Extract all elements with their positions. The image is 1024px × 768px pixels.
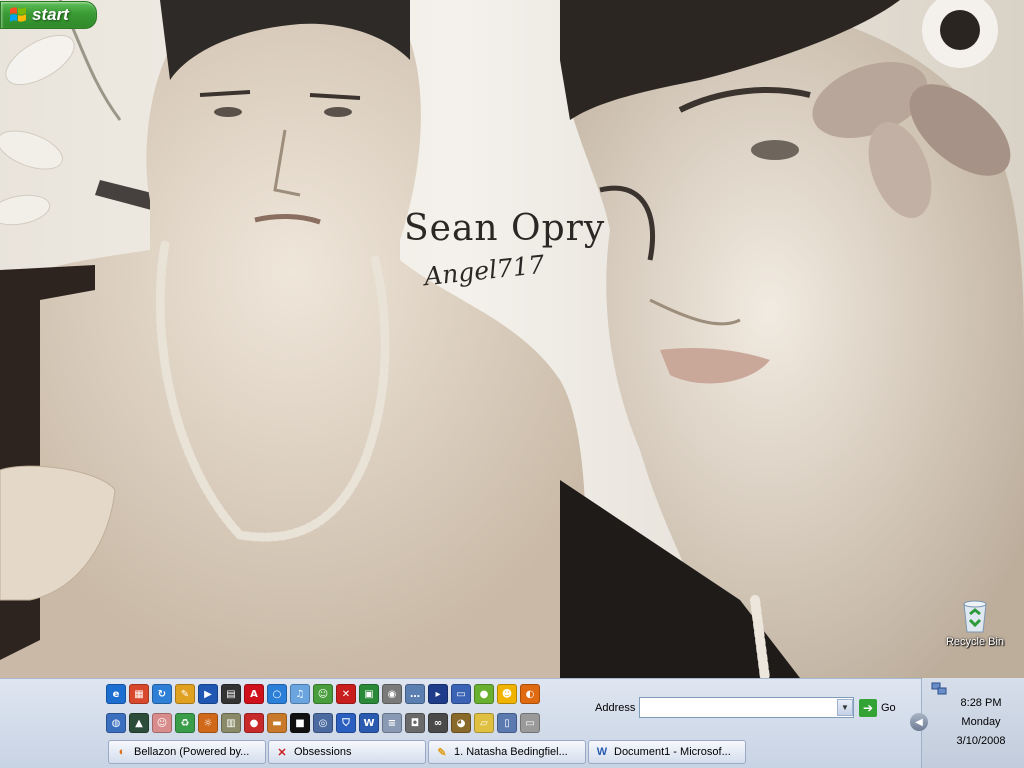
task-button-document1[interactable]: W Document1 - Microsof... xyxy=(588,740,746,764)
film-icon[interactable]: ▣ xyxy=(359,684,379,704)
go-arrow-icon: ➔ xyxy=(859,699,877,717)
pencil-icon[interactable]: ✎ xyxy=(175,684,195,704)
recycle-icon[interactable]: ♻ xyxy=(175,713,195,733)
task-button-bellazon[interactable]: ◐ Bellazon (Powered by... xyxy=(108,740,266,764)
owl-icon[interactable]: ◕ xyxy=(451,713,471,733)
desktop-icon-recycle-bin[interactable]: Recycle Bin xyxy=(940,598,1010,648)
globe-icon[interactable]: ◍ xyxy=(106,713,126,733)
black-box-icon[interactable]: ■ xyxy=(290,713,310,733)
address-dropdown-button[interactable]: ▼ xyxy=(837,699,853,716)
word-icon[interactable]: W xyxy=(359,713,379,733)
word-icon: W xyxy=(596,746,608,758)
shield-icon[interactable]: ⛉ xyxy=(336,713,356,733)
desktop: Sean Opry Angel717 Recycle Bin xyxy=(0,0,1024,678)
clock-day: Monday xyxy=(961,716,1001,728)
pencil-icon: ✎ xyxy=(437,746,447,759)
itunes-icon[interactable]: ♫ xyxy=(290,684,310,704)
clock-time[interactable]: 8:28 PM xyxy=(940,697,1022,709)
wallpaper-photo xyxy=(0,0,1024,678)
task-button-natasha[interactable]: ✎ 1. Natasha Bedingfiel... xyxy=(428,740,586,764)
address-label: Address xyxy=(595,702,636,714)
chat-bubble-icon[interactable]: … xyxy=(405,684,425,704)
ie-refresh-icon[interactable]: ↻ xyxy=(152,684,172,704)
task-label: Document1 - Microsof... xyxy=(614,746,731,758)
binoculars-icon[interactable]: ∞ xyxy=(428,713,448,733)
quick-launch-row-1: e ▦ ↻ ✎ ▶ ▤ A ○ ♫ ☺ ✕ ▣ ◉… ▸ ▭ ● ☻ ◐ xyxy=(106,684,540,704)
yahoo-messenger-icon[interactable]: ☻ xyxy=(497,684,517,704)
task-button-obsessions[interactable]: ✕ Obsessions xyxy=(268,740,426,764)
task-label: 1. Natasha Bedingfiel... xyxy=(454,746,568,758)
internet-explorer-icon[interactable]: e xyxy=(106,684,126,704)
movie-maker-icon[interactable]: ▤ xyxy=(221,684,241,704)
search-icon[interactable]: ○ xyxy=(267,684,287,704)
address-input[interactable] xyxy=(641,699,835,716)
photo-icon[interactable]: ▬ xyxy=(267,713,287,733)
task-label: Bellazon (Powered by... xyxy=(134,746,250,758)
notepad-icon[interactable]: ≡ xyxy=(382,713,402,733)
mouse-icon[interactable]: ◉ xyxy=(382,684,402,704)
network-icon[interactable] xyxy=(931,681,947,697)
portrait-icon[interactable]: ☺ xyxy=(152,713,172,733)
camera-icon[interactable]: ◘ xyxy=(405,713,425,733)
media-player-icon[interactable]: ▶ xyxy=(198,684,218,704)
tiger-icon[interactable]: ☼ xyxy=(198,713,218,733)
drive-icon[interactable]: ▭ xyxy=(520,713,540,733)
close-x-icon: ✕ xyxy=(277,746,287,759)
go-label: Go xyxy=(881,702,896,714)
task-label: Obsessions xyxy=(294,746,352,758)
start-button[interactable]: start xyxy=(0,1,97,29)
quick-launch-row-2: ◍ ▲ ☺ ♻ ☼ ▥ ● ▬ ■ ◎ ⛉ W ≡ ◘ ∞ ◕ ▱ ▯ ▭ xyxy=(106,713,540,733)
disc-icon[interactable]: ◎ xyxy=(313,713,333,733)
chevron-down-icon: ▼ xyxy=(841,703,849,712)
firefox-icon[interactable]: ◐ xyxy=(520,684,540,704)
firefox-icon: ◐ xyxy=(118,746,126,758)
green-app-icon[interactable]: ● xyxy=(474,684,494,704)
computer-icon[interactable]: ▯ xyxy=(497,713,517,733)
tray-collapse-button[interactable]: ◀ xyxy=(910,713,928,731)
recycle-bin-label: Recycle Bin xyxy=(945,636,1005,648)
clock-date: 3/10/2008 xyxy=(956,735,1006,747)
chart-icon[interactable]: ▥ xyxy=(221,713,241,733)
window-icon[interactable]: ▭ xyxy=(451,684,471,704)
picture-icon[interactable]: ▲ xyxy=(129,713,149,733)
antivirus-icon[interactable]: ✕ xyxy=(336,684,356,704)
chevron-left-icon: ◀ xyxy=(915,716,923,728)
ati-icon[interactable]: A xyxy=(244,684,264,704)
start-label: start xyxy=(32,5,69,24)
go-button[interactable]: ➔ Go xyxy=(859,698,896,718)
folder-icon[interactable]: ▱ xyxy=(474,713,494,733)
windows-flag-icon xyxy=(10,7,26,22)
paint-icon[interactable]: ▦ xyxy=(129,684,149,704)
messenger-icon[interactable]: ☺ xyxy=(313,684,333,704)
wallpaper-title: Sean Opry xyxy=(404,208,606,249)
stop-sign-icon[interactable]: ● xyxy=(244,713,264,733)
command-prompt-icon[interactable]: ▸ xyxy=(428,684,448,704)
recycle-bin-icon xyxy=(963,600,987,633)
